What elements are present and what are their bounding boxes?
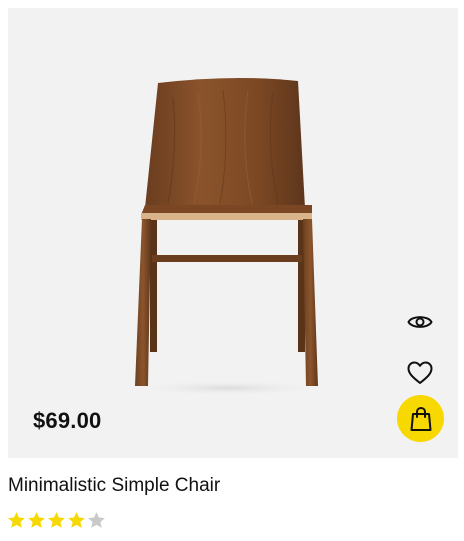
product-title[interactable]: Minimalistic Simple Chair [8,475,220,497]
quick-view-button[interactable] [404,308,436,336]
star-filled-icon [8,512,25,528]
star-filled-icon [68,512,85,528]
wishlist-button[interactable] [404,358,436,388]
product-price: $69.00 [33,408,102,433]
product-card: $69.00 Minimalistic Simple Chair [0,0,464,541]
product-rating [7,511,106,530]
shopping-bag-icon [410,406,431,431]
heart-icon [407,361,433,384]
star-empty-icon [88,512,105,528]
product-image[interactable] [8,8,458,458]
eye-icon [407,316,433,328]
product-media: $69.00 [8,8,458,458]
star-filled-icon [48,512,65,528]
star-filled-icon [28,512,45,528]
add-to-cart-button[interactable] [397,395,444,442]
